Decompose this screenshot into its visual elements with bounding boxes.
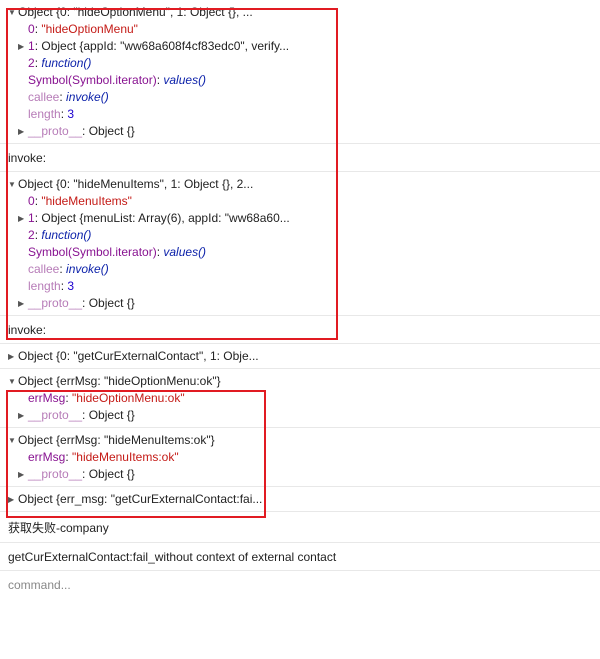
property-row: 0: "hideOptionMenu" [28,22,138,36]
log-entry: ▶ Object {0: "getCurExternalContact", 1: … [0,344,600,369]
triangle-right-icon[interactable]: ▶ [18,38,28,55]
command-input[interactable]: command... [0,571,600,598]
log-entry: 获取失败-company [0,512,600,543]
triangle-right-icon[interactable]: ▶ [18,210,28,227]
property-row: length: 3 [28,107,75,121]
triangle-down-icon[interactable]: ▼ [8,432,18,449]
triangle-right-icon[interactable]: ▶ [18,407,28,424]
property-row[interactable]: ▶ 1: Object {menuList: Array(6), appId: "… [8,210,600,227]
object-summary[interactable]: ▼ Object {0: "hideMenuItems", 1: Object {… [8,176,600,193]
log-entry: ▼ Object {errMsg: "hideMenuItems:ok"} err… [0,428,600,487]
triangle-down-icon[interactable]: ▼ [8,373,18,390]
log-entry: ▼ Object {errMsg: "hideOptionMenu:ok"} er… [0,369,600,428]
log-entry: invoke: [0,144,600,172]
log-entry: invoke: [0,316,600,344]
property-row[interactable]: ▶ __proto__: Object {} [8,295,600,312]
property-row: 2: function() [28,228,92,242]
property-row: errMsg: "hideMenuItems:ok" [28,450,179,464]
property-row: errMsg: "hideOptionMenu:ok" [28,391,185,405]
triangle-down-icon[interactable]: ▼ [8,4,18,21]
object-summary[interactable]: ▶ Object {0: "getCurExternalContact", 1: … [8,348,600,365]
triangle-right-icon[interactable]: ▶ [18,466,28,483]
property-row: Symbol(Symbol.iterator): values() [28,245,207,259]
log-entry: getCurExternalContact:fail_without conte… [0,543,600,571]
triangle-right-icon[interactable]: ▶ [18,123,28,140]
object-summary[interactable]: ▼ Object {errMsg: "hideOptionMenu:ok"} [8,373,600,390]
property-row: 2: function() [28,56,92,70]
console-panel: ▼ Object {0: "hideOptionMenu", 1: Object … [0,0,600,659]
property-row: Symbol(Symbol.iterator): values() [28,73,207,87]
property-row[interactable]: ▶ __proto__: Object {} [8,123,600,140]
property-row: length: 3 [28,279,75,293]
property-row: callee: invoke() [28,262,109,276]
log-entry: ▼ Object {0: "hideMenuItems", 1: Object {… [0,172,600,316]
property-row[interactable]: ▶ __proto__: Object {} [8,407,600,424]
property-row[interactable]: ▶ 1: Object {appId: "ww68a608f4cf83edc0",… [8,38,600,55]
triangle-right-icon[interactable]: ▶ [8,491,18,508]
property-row: 0: "hideMenuItems" [28,194,132,208]
object-summary[interactable]: ▶ Object {err_msg: "getCurExternalContact… [8,491,600,508]
triangle-right-icon[interactable]: ▶ [8,348,18,365]
property-row[interactable]: ▶ __proto__: Object {} [8,466,600,483]
log-entry: ▶ Object {err_msg: "getCurExternalContact… [0,487,600,512]
triangle-right-icon[interactable]: ▶ [18,295,28,312]
object-summary[interactable]: ▼ Object {0: "hideOptionMenu", 1: Object … [8,4,600,21]
log-entry: ▼ Object {0: "hideOptionMenu", 1: Object … [0,0,600,144]
object-summary[interactable]: ▼ Object {errMsg: "hideMenuItems:ok"} [8,432,600,449]
triangle-down-icon[interactable]: ▼ [8,176,18,193]
property-row: callee: invoke() [28,90,109,104]
